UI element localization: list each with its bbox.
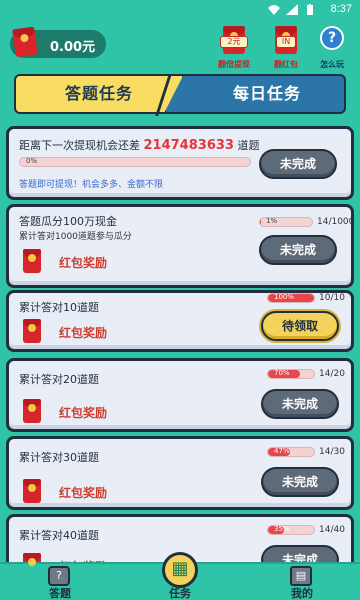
reward-label: 红包奖励	[59, 486, 108, 500]
flip-red-packet-button[interactable]: IN 翻红包	[262, 26, 310, 70]
status-icons	[268, 4, 316, 15]
task-title: 答题瓜分100万现金	[19, 215, 117, 228]
nav-label: 任务	[169, 587, 191, 600]
withdraw-progress-bar: 0%	[19, 157, 251, 167]
coin-tag: 2元	[220, 36, 248, 48]
task-title: 累计答对10道题	[19, 301, 99, 314]
task-card: 答题瓜分100万现金 累计答对1000道题参与瓜分 1% 14/1000 红包奖…	[6, 204, 354, 288]
task-reward: 红包奖励	[19, 399, 159, 427]
cellular-signal-icon	[286, 4, 298, 15]
task-count: 14/20	[319, 369, 345, 379]
task-title: 累计答对30道题	[19, 451, 99, 464]
wifi-icon	[268, 5, 280, 15]
incomplete-button[interactable]: 未完成	[261, 467, 339, 497]
red-packet-icon	[23, 249, 41, 273]
title-prefix: 距离下一次提现机会还差	[19, 139, 140, 152]
task-title: 累计答对40道题	[19, 529, 99, 542]
task-tabs: 答题任务 每日任务	[14, 74, 346, 116]
task-card: 累计答对30道题 47% 14/30 红包奖励 未完成	[6, 436, 354, 510]
progress-percent: 47%	[274, 447, 290, 455]
progress-fill	[260, 218, 261, 226]
battery-icon	[307, 4, 313, 15]
double-withdraw-label: 翻倍提现	[218, 60, 250, 69]
nav-quiz[interactable]: ? 答题	[30, 564, 90, 600]
task-subtitle: 累计答对1000道题参与瓜分	[19, 232, 132, 242]
claim-reward-button[interactable]: 待领取	[261, 311, 339, 341]
red-packet-icon	[23, 479, 41, 503]
status-bar: 8:37	[0, 0, 360, 20]
nav-mine[interactable]: ▤ 我的	[272, 564, 332, 600]
task-card: 累计答对10道题 100% 10/10 红包奖励 待领取	[6, 290, 354, 352]
packet-tag: IN	[276, 36, 296, 48]
progress-percent: 35%	[274, 525, 290, 533]
task-progress-bar: 47%	[267, 447, 315, 457]
task-progress-bar: 100%	[267, 293, 315, 303]
top-bar: 0.00元 2元 翻倍提现 IN 翻红包 ? 怎么玩	[0, 20, 360, 72]
task-reward: 红包奖励	[19, 319, 159, 347]
progress-percent: 70%	[274, 369, 290, 377]
red-packet-icon	[12, 26, 38, 58]
withdraw-progress-card: 距离下一次提现机会还差 2147483633 道题 0% 答题即可提现！机会多多…	[6, 126, 354, 200]
task-reward: 红包奖励	[19, 249, 159, 277]
status-time: 8:37	[330, 3, 352, 15]
bottom-nav: ? 答题 ▦ 任务 ▤ 我的	[0, 552, 360, 600]
how-to-play-label: 怎么玩	[320, 60, 344, 69]
how-to-play-button[interactable]: ? 怎么玩	[308, 26, 356, 70]
tab-daily-tasks[interactable]: 每日任务	[164, 74, 346, 114]
double-withdraw-button[interactable]: 2元 翻倍提现	[210, 26, 258, 70]
progress-percent: 1%	[266, 217, 278, 225]
task-title: 累计答对20道题	[19, 373, 99, 386]
progress-percent: 0%	[26, 157, 38, 165]
task-card: 累计答对20道题 70% 14/20 红包奖励 未完成	[6, 358, 354, 432]
task-progress-bar: 70%	[267, 369, 315, 379]
reward-label: 红包奖励	[59, 406, 108, 420]
reward-label: 红包奖励	[59, 326, 108, 340]
balance-amount: 0.00元	[50, 40, 96, 55]
gift-icon: ▦	[162, 552, 198, 588]
nav-tasks[interactable]: ▦ 任务	[150, 552, 210, 600]
red-packet-icon	[23, 399, 41, 423]
task-count: 14/1000	[317, 217, 355, 227]
flip-red-packet-label: 翻红包	[274, 60, 298, 69]
task-count: 10/10	[319, 293, 345, 303]
progress-percent: 100%	[274, 293, 295, 301]
withdraw-progress-title: 距离下一次提现机会还差 2147483633 道题	[19, 137, 259, 153]
nav-label: 答题	[49, 587, 71, 600]
task-progress-bar: 35%	[267, 525, 315, 535]
wallet-icon: ▤	[290, 566, 312, 586]
incomplete-button[interactable]: 未完成	[261, 389, 339, 419]
task-reward: 红包奖励	[19, 479, 159, 507]
task-count: 14/40	[319, 525, 345, 535]
incomplete-button[interactable]: 未完成	[259, 235, 337, 265]
remaining-questions: 2147483633	[143, 138, 234, 153]
red-packet-icon	[23, 319, 41, 343]
question-icon: ?	[48, 566, 70, 586]
withdraw-note: 答题即可提现！机会多多、金额不限	[19, 180, 164, 190]
nav-label: 我的	[291, 587, 313, 600]
help-icon: ?	[320, 26, 344, 50]
incomplete-button[interactable]: 未完成	[259, 149, 337, 179]
balance-pill[interactable]: 0.00元	[10, 26, 106, 58]
task-count: 14/30	[319, 447, 345, 457]
reward-label: 红包奖励	[59, 256, 108, 270]
title-suffix: 道题	[237, 139, 260, 152]
task-progress-bar: 1%	[259, 217, 313, 227]
